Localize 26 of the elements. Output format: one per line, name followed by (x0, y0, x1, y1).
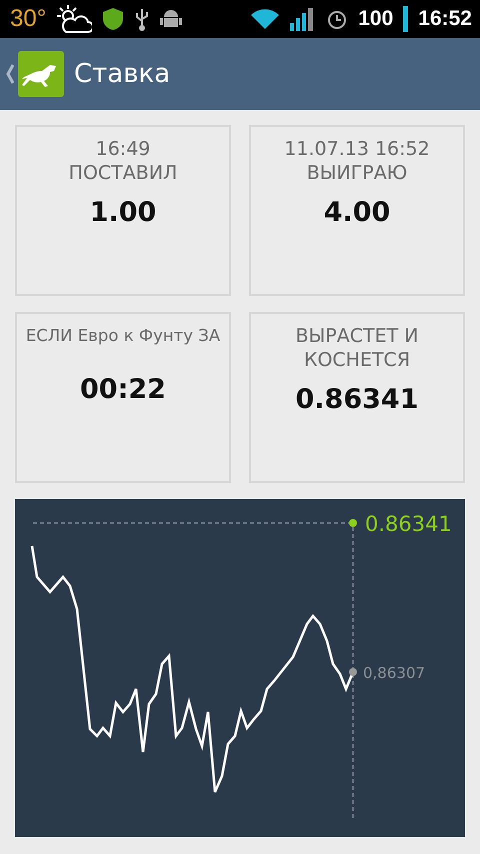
card-value: 4.00 (324, 197, 390, 228)
battery-text: 100 (358, 7, 394, 31)
shield-icon (102, 7, 124, 31)
android-icon (160, 8, 182, 30)
target-dot-icon (349, 519, 357, 527)
wifi-icon (250, 7, 280, 31)
back-chevron-icon (6, 64, 14, 84)
clock-text: 16:52 (418, 7, 472, 31)
current-dot-icon (349, 668, 357, 676)
card-value: 1.00 (90, 197, 156, 228)
card-label: 16:49 (96, 137, 150, 161)
temperature-text: 30° (10, 5, 46, 33)
card-label: ВЫИГРАЮ (306, 161, 408, 185)
weather-icon (56, 4, 92, 34)
current-price: 0,86307 (363, 664, 426, 682)
card-label: ВЫРАСТЕТ И КОСНЕТСЯ (294, 324, 420, 372)
screen-title: Ставка (74, 59, 170, 89)
battery-icon (403, 6, 408, 32)
card-label: 11.07.13 16:52 (284, 137, 430, 161)
card-label: ЕСЛИ Евро к Фунту ЗА (26, 325, 220, 347)
card-value: 00:22 (80, 374, 166, 405)
target-price: 0.86341 (365, 512, 452, 536)
usb-icon (134, 7, 150, 31)
alarm-icon (326, 8, 348, 30)
card-value: 0.86341 (296, 384, 418, 415)
card-label: ПОСТАВИЛ (68, 161, 178, 185)
